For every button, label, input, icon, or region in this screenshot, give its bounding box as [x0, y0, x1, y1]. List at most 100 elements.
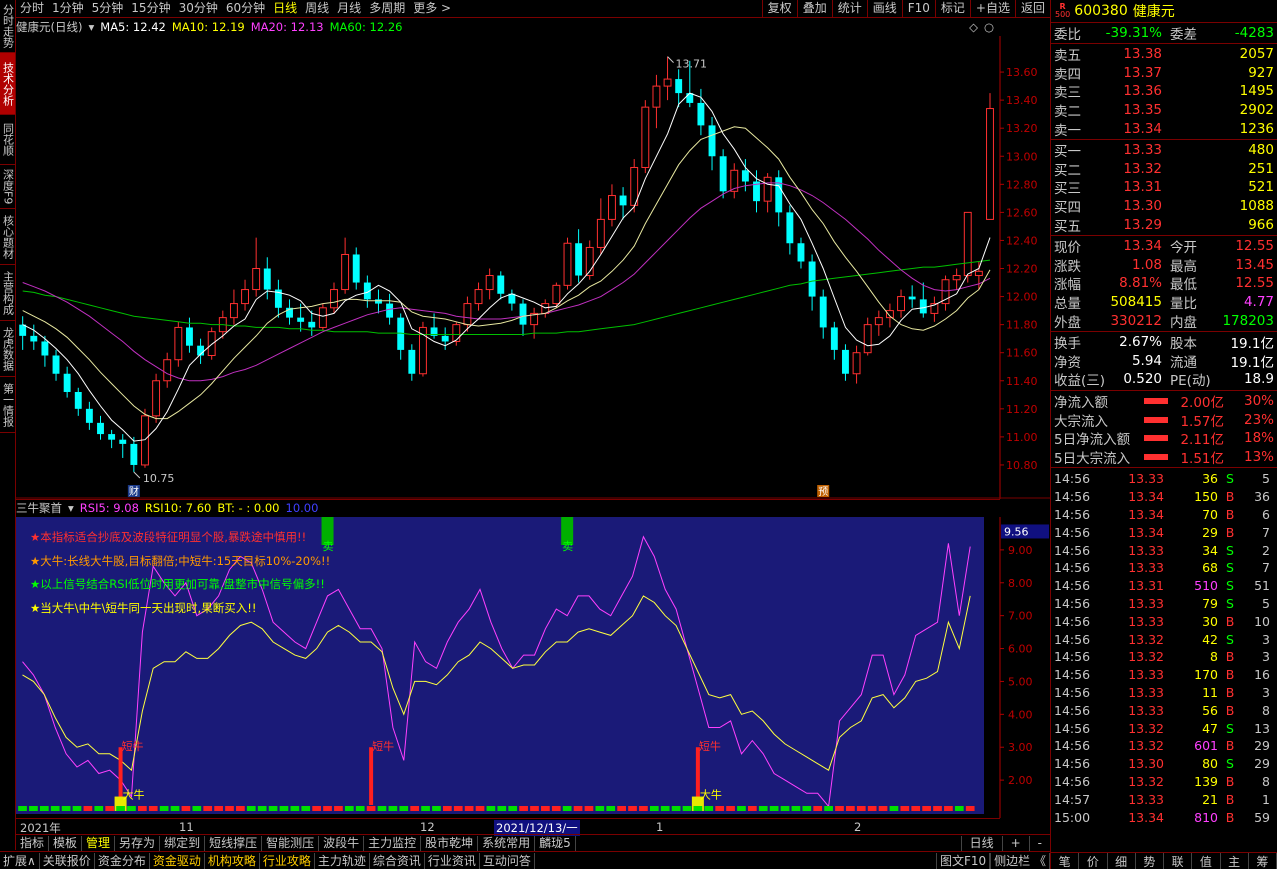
- asks-price[interactable]: 13.35: [1090, 102, 1162, 118]
- action-button-4[interactable]: F10: [901, 0, 935, 17]
- asks-row: 卖四 13.37 927: [1051, 64, 1277, 83]
- panel-tab-1[interactable]: 价: [1079, 853, 1108, 869]
- action-button-0[interactable]: 复权: [761, 0, 797, 17]
- candle-body: [842, 349, 849, 374]
- panel-tab-0[interactable]: 笔: [1051, 853, 1080, 869]
- action-button-5[interactable]: 标记: [934, 0, 970, 17]
- indicator-tab-2[interactable]: 管理: [82, 835, 116, 851]
- fundamental-stats: 换手 2.67% 股本 19.1亿 净资 5.94 流通 19.1亿 收益(三) 0.520 PE(…: [1051, 332, 1277, 391]
- indicator-tab-3[interactable]: 另存为: [115, 835, 161, 851]
- action-button-2[interactable]: 统计: [831, 0, 867, 17]
- bottom-control-2[interactable]: -: [1028, 835, 1050, 851]
- trade-time: 14:56: [1054, 738, 1091, 754]
- indicator-tab-11[interactable]: 麟珑5: [535, 835, 576, 851]
- ma60-value: MA60: 12.26: [329, 20, 403, 34]
- diamond-icon[interactable]: ◇: [969, 20, 978, 34]
- indicator-tab-10[interactable]: 系统常用: [478, 835, 536, 851]
- quote-row: 涨跌 1.08 最高 13.45: [1051, 256, 1277, 275]
- left-tab-1[interactable]: 技术分析: [0, 53, 15, 115]
- indicator-tab-5[interactable]: 短线撑压: [205, 835, 263, 851]
- settings-icon[interactable]: ○: [984, 20, 994, 34]
- bids-price[interactable]: 13.32: [1090, 161, 1162, 177]
- indicator-tab-0[interactable]: 指标: [16, 835, 50, 851]
- left-tab-3[interactable]: 深度F9: [0, 165, 15, 209]
- panel-tab-3[interactable]: 势: [1136, 853, 1164, 869]
- flow-bar: [1144, 453, 1168, 460]
- asks-price[interactable]: 13.34: [1090, 121, 1162, 137]
- period-tab-6[interactable]: 日线: [269, 0, 301, 17]
- asks-price[interactable]: 13.37: [1090, 65, 1162, 81]
- bottom-control-0[interactable]: 日线: [960, 835, 1002, 851]
- footer-tab-8[interactable]: 行业资讯: [425, 852, 480, 869]
- quote-value: 178203: [1222, 312, 1274, 329]
- bids-price[interactable]: 13.30: [1090, 198, 1162, 214]
- footer-tab-7[interactable]: 综合资讯: [370, 852, 425, 869]
- footer-tab-3[interactable]: 资金驱动: [150, 852, 205, 869]
- trade-count: 3: [1262, 685, 1270, 701]
- indicator-tab-6[interactable]: 智能测压: [262, 835, 320, 851]
- footer-tab-6[interactable]: 主力轨迹: [315, 852, 370, 869]
- panel-tab-5[interactable]: 值: [1192, 853, 1221, 869]
- period-tab-4[interactable]: 30分钟: [175, 0, 222, 17]
- action-button-3[interactable]: 画线: [866, 0, 902, 17]
- period-tab-2[interactable]: 5分钟: [88, 0, 128, 17]
- signal-ribbon-cell: [29, 806, 38, 811]
- signal-ribbon-cell: [889, 806, 899, 811]
- footer-tab-4[interactable]: 机构攻略: [205, 852, 260, 869]
- panel-tab-4[interactable]: 联: [1164, 853, 1193, 869]
- asks-price[interactable]: 13.38: [1090, 46, 1162, 62]
- asks-price[interactable]: 13.36: [1090, 83, 1162, 99]
- bottom-control-1[interactable]: +: [1001, 835, 1029, 851]
- period-tab-9[interactable]: 多周期: [365, 0, 409, 17]
- high-label: 13.71: [676, 58, 708, 71]
- fundamental-value: 19.1亿: [1230, 336, 1274, 353]
- bids-label: 买一: [1054, 144, 1081, 161]
- footer-tab-1[interactable]: 关联报价: [40, 852, 95, 869]
- period-tab-0[interactable]: 分时: [16, 0, 48, 17]
- trade-count: 6: [1262, 507, 1270, 523]
- indicator-tab-8[interactable]: 主力监控: [364, 835, 422, 851]
- footer-tab-5[interactable]: 行业攻略: [260, 852, 315, 869]
- period-tab-10[interactable]: 更多 >: [409, 0, 455, 17]
- action-button-6[interactable]: +自选: [969, 0, 1015, 17]
- panel-tab-2[interactable]: 细: [1108, 853, 1136, 869]
- signal-ribbon-cell: [639, 806, 648, 811]
- period-tab-7[interactable]: 周线: [301, 0, 333, 17]
- candlestick-chart[interactable]: 13.60 13.40 13.20 13.00 12.80 12.60 12.40 12.20…: [16, 36, 1050, 499]
- period-tab-3[interactable]: 15分钟: [127, 0, 174, 17]
- action-button-1[interactable]: 叠加: [796, 0, 832, 17]
- bids-price[interactable]: 13.33: [1090, 142, 1162, 158]
- left-tab-6[interactable]: 龙虎数据: [0, 321, 15, 377]
- indicator-tick-label: 5.00: [1008, 675, 1033, 688]
- footer-right-1[interactable]: 侧边栏 《: [990, 852, 1050, 869]
- bids-price[interactable]: 13.31: [1090, 179, 1162, 195]
- left-tab-2[interactable]: 同花顺: [0, 115, 15, 165]
- trade-row: 14:56 13.33 56 B 8: [1051, 701, 1277, 719]
- left-tab-7[interactable]: 第一情报: [0, 377, 15, 433]
- indicator-tab-7[interactable]: 波段牛: [319, 835, 365, 851]
- period-tab-5[interactable]: 60分钟: [222, 0, 269, 17]
- indicator-tab-4[interactable]: 绑定到: [160, 835, 206, 851]
- action-button-7[interactable]: 返回: [1014, 0, 1050, 17]
- chevron-down-icon[interactable]: ▾: [88, 20, 94, 34]
- footer-tab-9[interactable]: 互动问答: [480, 852, 535, 869]
- footer-tab-2[interactable]: 资金分布: [95, 852, 150, 869]
- indicator-tab-9[interactable]: 股市乾坤: [421, 835, 479, 851]
- signal-ribbon-cell: [758, 806, 768, 811]
- left-tab-0[interactable]: 分时走势: [0, 0, 15, 53]
- rsi10-value: RSI10: 7.60: [144, 501, 212, 515]
- footer-right-0[interactable]: 图文F10: [935, 852, 991, 869]
- period-tab-1[interactable]: 1分钟: [48, 0, 88, 17]
- flow-value: 2.00亿: [1180, 394, 1224, 411]
- left-tab-4[interactable]: 核心题材: [0, 209, 15, 265]
- panel-tab-6[interactable]: 主: [1221, 853, 1249, 869]
- indicator-tab-1[interactable]: 模板: [49, 835, 83, 851]
- bids-price[interactable]: 13.29: [1090, 217, 1162, 233]
- panel-tab-7[interactable]: 筹: [1249, 853, 1277, 869]
- footer-tab-0[interactable]: 扩展∧: [0, 852, 40, 869]
- flow-pct: 18%: [1243, 430, 1274, 447]
- left-tab-5[interactable]: 主营构成: [0, 265, 15, 321]
- period-toolbar: 分时 1分钟 5分钟 15分钟 30分钟 60分钟 日线 周线 月线 多周期 更多 > 复权 叠加 统计…: [16, 0, 1050, 18]
- period-tab-8[interactable]: 月线: [333, 0, 365, 17]
- chevron-down-icon[interactable]: ▾: [68, 501, 74, 515]
